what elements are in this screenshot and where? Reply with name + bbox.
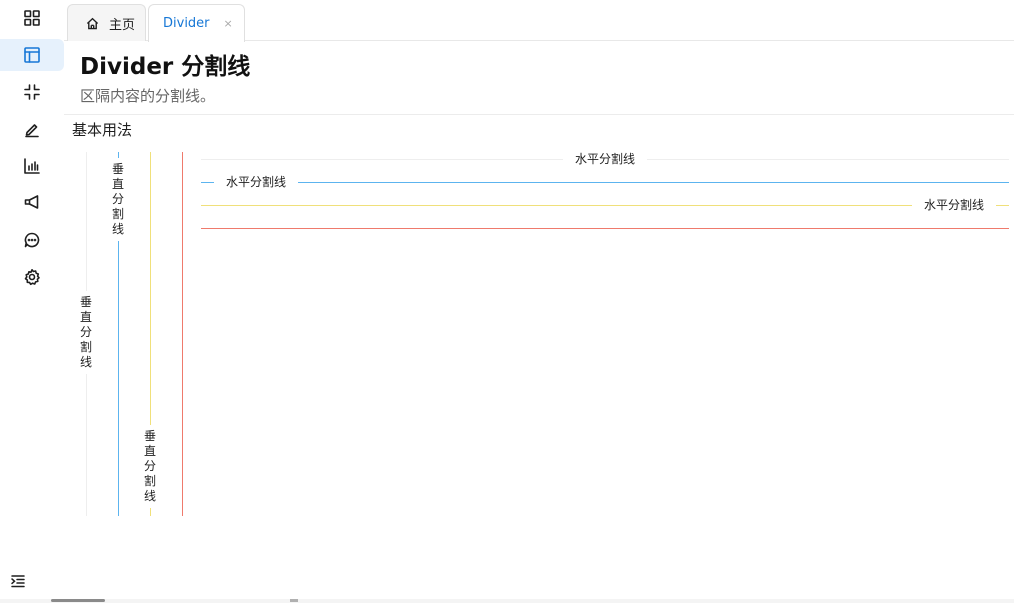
scrollbar-marker xyxy=(290,599,298,602)
horizontal-divider-right-text: 水平分割线 xyxy=(912,198,997,212)
close-icon[interactable]: × xyxy=(224,17,233,30)
horizontal-scrollbar[interactable] xyxy=(0,599,1014,603)
tab-home-label: 主页 xyxy=(109,17,136,33)
bar-chart-icon xyxy=(24,158,40,174)
megaphone-icon xyxy=(24,195,39,209)
tab-bar: 主页 Divider × xyxy=(64,0,1014,42)
gear-icon xyxy=(24,269,40,286)
horizontal-divider-center-text: 水平分割线 xyxy=(563,152,648,166)
page-description: 区隔内容的分割线。 xyxy=(80,87,216,105)
sidebar-item-settings[interactable] xyxy=(0,261,64,293)
sidebar-item-chart[interactable] xyxy=(0,150,64,182)
edit-pen-icon xyxy=(25,124,39,138)
layout-icon xyxy=(24,47,40,63)
scrollbar-thumb[interactable] xyxy=(51,599,105,602)
page-title: Divider 分割线 xyxy=(80,54,251,80)
home-icon xyxy=(86,17,99,29)
sidebar-toggle-button[interactable] xyxy=(10,573,28,589)
sidebar-item-edit[interactable] xyxy=(0,113,64,145)
vertical-divider-start-text: 垂直分割线 xyxy=(111,158,125,241)
tab-divider[interactable]: Divider × xyxy=(148,4,245,42)
apps-grid-icon xyxy=(24,10,40,26)
sidebar-item-dashboard[interactable] xyxy=(0,2,64,34)
section-title: 基本用法 xyxy=(72,121,133,139)
sidebar-item-layout[interactable] xyxy=(0,39,64,71)
collapse-icon xyxy=(24,84,40,100)
sidebar-item-collapse[interactable] xyxy=(0,76,64,108)
menu-indent-icon xyxy=(11,575,25,588)
vertical-divider-end-text: 垂直分割线 xyxy=(143,425,157,508)
sidebar-item-message[interactable] xyxy=(0,224,64,256)
vertical-divider-center-text: 垂直分割线 xyxy=(79,291,93,374)
header-divider xyxy=(64,114,1014,115)
chat-bubble-icon xyxy=(24,232,40,248)
sidebar xyxy=(0,0,64,600)
horizontal-divider-left-text: 水平分割线 xyxy=(214,175,299,189)
tab-divider-label: Divider xyxy=(163,16,210,31)
tab-home[interactable]: 主页 xyxy=(67,4,146,41)
sidebar-item-notice[interactable] xyxy=(0,186,64,218)
